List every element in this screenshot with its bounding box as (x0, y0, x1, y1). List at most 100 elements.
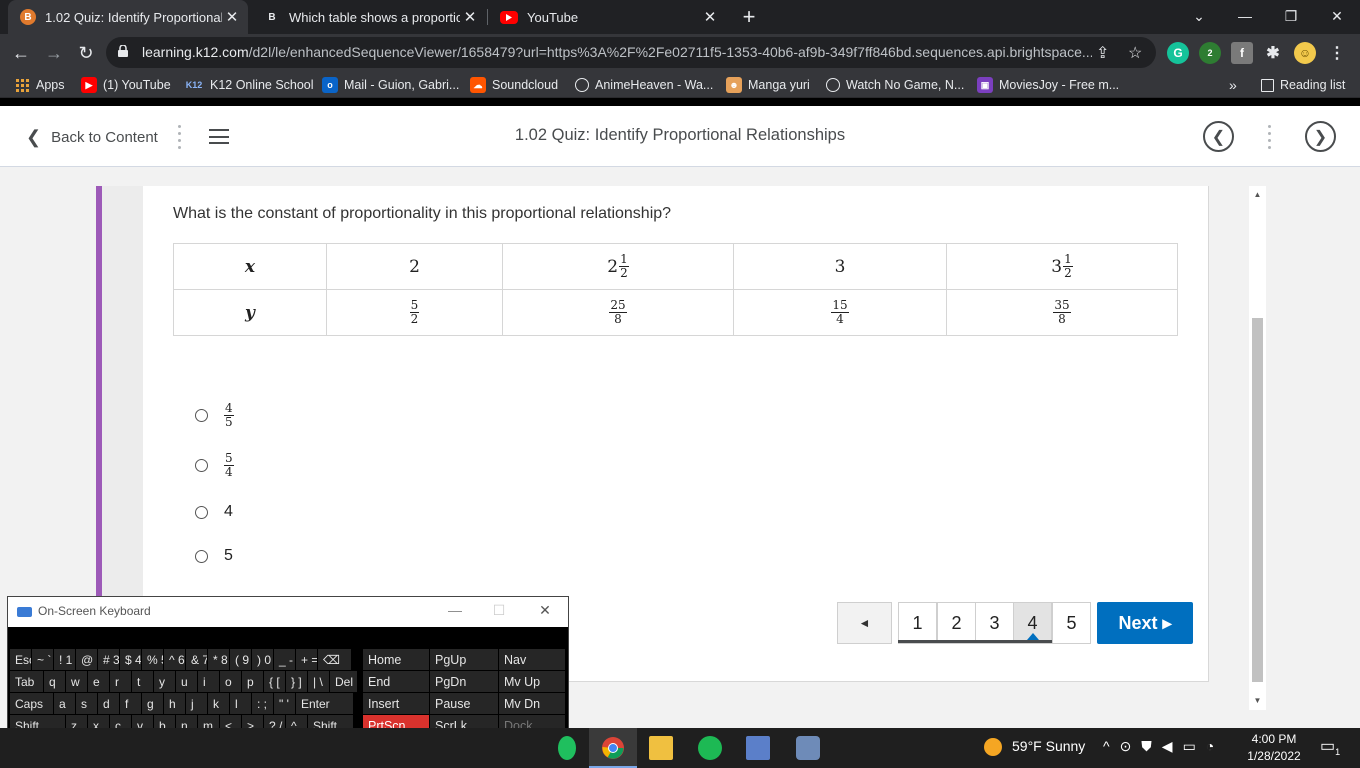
address-bar[interactable]: learning.k12.com/d2l/le/enhancedSequence… (106, 37, 1156, 68)
key[interactable]: Esc (10, 649, 31, 670)
key[interactable]: _ - (274, 649, 295, 670)
key[interactable]: Enter (296, 693, 353, 714)
bookmark-k12[interactable]: K12 K12 Online School (184, 76, 314, 94)
page-5-button[interactable]: 5 (1052, 602, 1091, 644)
close-tab-icon[interactable]: ✕ (222, 8, 242, 26)
key[interactable]: @ 2 (76, 649, 97, 670)
key[interactable]: e (88, 671, 109, 692)
bookmark-soundcloud[interactable]: ☁ Soundcloud (470, 76, 558, 94)
scroll-down-icon[interactable]: ▼ (1252, 696, 1263, 706)
key[interactable]: ( 9 (230, 649, 251, 670)
tab-quiz[interactable]: B 1.02 Quiz: Identify Proportional R ✕ (8, 0, 248, 34)
key[interactable]: t (132, 671, 153, 692)
back-arrow-icon[interactable]: ← (8, 40, 34, 66)
clock[interactable]: 4:00 PM 1/28/2022 (1234, 731, 1314, 765)
reload-icon[interactable]: ↻ (73, 40, 99, 66)
puzzle-icon[interactable]: ✱ (1262, 42, 1284, 64)
bookmark-moviesjoy[interactable]: ▣ MoviesJoy - Free m... (977, 76, 1119, 94)
key-end[interactable]: End (363, 671, 429, 692)
key-insert[interactable]: Insert (363, 693, 429, 714)
key-mv-dn[interactable]: Mv Dn (499, 693, 565, 714)
key[interactable]: l (230, 693, 251, 714)
osk-titlebar[interactable]: On-Screen Keyboard — ☐ ✕ (8, 597, 568, 627)
app-icon[interactable] (746, 736, 770, 760)
page-2-button[interactable]: 2 (937, 602, 976, 644)
key[interactable]: g (142, 693, 163, 714)
share-icon[interactable]: ⇪ (1096, 43, 1109, 63)
key[interactable]: # 3 (98, 649, 119, 670)
tab-youtube[interactable]: YouTube ✕ (488, 0, 726, 34)
key[interactable]: Tab (10, 671, 43, 692)
new-tab-button[interactable]: + (736, 4, 762, 30)
bookmark-animeheaven[interactable]: AnimeHeaven - Wa... (575, 76, 713, 94)
key[interactable]: ) 0 (252, 649, 273, 670)
radio-button[interactable] (195, 549, 208, 563)
key[interactable]: $ 4 (120, 649, 141, 670)
radio-button[interactable] (195, 505, 208, 519)
key[interactable]: j (186, 693, 207, 714)
grammarly-icon[interactable]: G (1167, 42, 1189, 64)
answer-option-2[interactable]: 54 (195, 452, 234, 479)
key[interactable]: d (98, 693, 119, 714)
key[interactable]: + = (296, 649, 317, 670)
restore-button[interactable]: ❐ (1268, 0, 1314, 34)
previous-topic-button[interactable]: ❮ (1203, 121, 1234, 152)
radio-button[interactable] (195, 409, 208, 422)
key[interactable]: q (44, 671, 65, 692)
key[interactable]: { [ (264, 671, 285, 692)
answer-option-3[interactable]: 4 (195, 503, 233, 521)
close-window-button[interactable]: ✕ (1314, 0, 1360, 34)
previous-page-button[interactable]: ◄ (837, 602, 892, 644)
key[interactable]: * 8 (208, 649, 229, 670)
key[interactable]: o (220, 671, 241, 692)
minimize-icon[interactable]: — (444, 602, 466, 618)
key[interactable]: & 7 (186, 649, 207, 670)
key-mv-up[interactable]: Mv Up (499, 671, 565, 692)
system-tray-icons[interactable]: ^⊙⛊◀▭◔ (1103, 738, 1224, 755)
key[interactable]: w (66, 671, 87, 692)
key[interactable]: : ; (252, 693, 273, 714)
bookmark-watch-no-game[interactable]: Watch No Game, N... (826, 76, 964, 94)
avatar[interactable]: ☺ (1294, 42, 1316, 64)
scroll-up-icon[interactable]: ▲ (1252, 190, 1263, 200)
key[interactable]: Del (330, 671, 357, 692)
page-3-button[interactable]: 3 (975, 602, 1014, 644)
key-home[interactable]: Home (363, 649, 429, 670)
bookmark-youtube[interactable]: ▶ (1) YouTube (81, 76, 171, 94)
key[interactable]: i (198, 671, 219, 692)
file-explorer-icon[interactable] (649, 736, 673, 760)
key[interactable]: Caps (10, 693, 53, 714)
key-pause[interactable]: Pause (430, 693, 498, 714)
key-pgdn[interactable]: PgDn (430, 671, 498, 692)
spotify-icon[interactable] (698, 736, 722, 760)
key[interactable]: h (164, 693, 185, 714)
close-tab-icon[interactable]: ✕ (460, 8, 480, 26)
notifications-icon[interactable]: ▭1 (1320, 736, 1340, 757)
key[interactable]: y (154, 671, 175, 692)
key[interactable]: ⌫ (318, 649, 351, 670)
menu-kebab-icon[interactable]: ⋮ (1326, 42, 1348, 64)
key[interactable]: ! 1 (54, 649, 75, 670)
weather[interactable]: 59°F Sunny (984, 738, 1085, 757)
key[interactable]: ~ ` (32, 649, 53, 670)
key[interactable]: k (208, 693, 229, 714)
key-nav[interactable]: Nav (499, 649, 565, 670)
extension-icon[interactable]: f (1231, 42, 1253, 64)
bookmark-star-icon[interactable]: ☆ (1128, 43, 1142, 63)
answer-option-4[interactable]: 5 (195, 547, 233, 565)
radio-button[interactable] (195, 459, 208, 472)
key[interactable]: " ' (274, 693, 295, 714)
tab-brainly[interactable]: B Which table shows a proportiona ✕ (252, 0, 486, 34)
next-button[interactable]: Next ▸ (1097, 602, 1193, 644)
bookmark-mail[interactable]: o Mail - Guion, Gabri... (322, 76, 459, 94)
key[interactable]: } ] (286, 671, 307, 692)
key[interactable]: f (120, 693, 141, 714)
maximize-icon[interactable]: ☐ (488, 602, 510, 619)
key[interactable]: % 5 (142, 649, 163, 670)
key[interactable]: | \ (308, 671, 329, 692)
key[interactable]: u (176, 671, 197, 692)
reading-list[interactable]: Reading list (1261, 76, 1345, 94)
chrome-taskbar-button[interactable] (589, 728, 637, 768)
scrollbar-thumb[interactable] (1252, 318, 1263, 682)
app-icon[interactable] (558, 736, 576, 760)
